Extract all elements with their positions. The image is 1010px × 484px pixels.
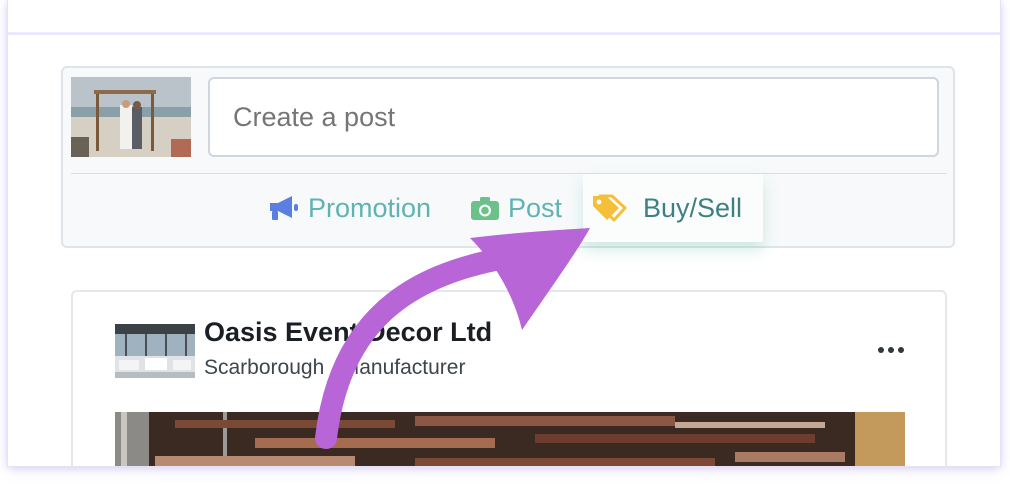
- business-avatar[interactable]: [115, 324, 195, 378]
- buy-sell-button[interactable]: Buy/Sell: [583, 174, 763, 242]
- app-frame: Promotion Post Buy/Sell: [8, 0, 1000, 466]
- top-bar: [8, 0, 1000, 35]
- post-label: Post: [508, 192, 563, 223]
- tag-icon: [591, 193, 629, 223]
- post-image[interactable]: [115, 412, 905, 466]
- business-name[interactable]: Oasis Event Decor Ltd: [204, 317, 492, 348]
- camera-icon: [470, 195, 500, 221]
- more-options-icon[interactable]: [873, 340, 909, 360]
- create-post-input[interactable]: [208, 77, 939, 157]
- post-button[interactable]: Post: [470, 174, 562, 242]
- megaphone-icon: [268, 194, 300, 222]
- buy-sell-label: Buy/Sell: [643, 192, 743, 223]
- promotion-button[interactable]: Promotion: [268, 174, 431, 242]
- feed-post-card: Oasis Event Decor Ltd Scarborough , Manu…: [71, 290, 947, 466]
- business-subtitle: Scarborough , Manufacturer: [204, 356, 466, 379]
- create-post-card: Promotion Post Buy/Sell: [61, 66, 955, 248]
- promotion-label: Promotion: [308, 192, 432, 223]
- user-avatar[interactable]: [71, 77, 191, 157]
